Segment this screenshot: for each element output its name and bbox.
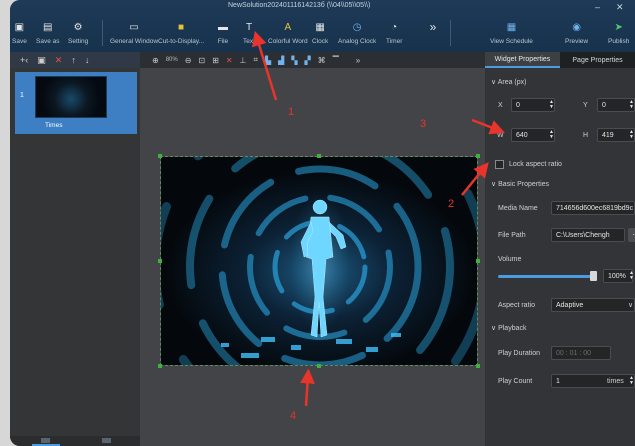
annotation-2: 2: [448, 198, 455, 210]
arrow-3: [471, 118, 506, 135]
arrow-1: [252, 30, 278, 101]
annotation-4: 4: [290, 410, 297, 422]
arrow-4: [300, 368, 315, 407]
annotation-3: 3: [420, 118, 427, 130]
annotation-1: 1: [288, 106, 295, 118]
app-window: NewSolution20240111614213б (\\04\\05\\05…: [10, 0, 635, 446]
annotation-arrows: [252, 30, 506, 407]
arrow-2: [461, 162, 489, 196]
